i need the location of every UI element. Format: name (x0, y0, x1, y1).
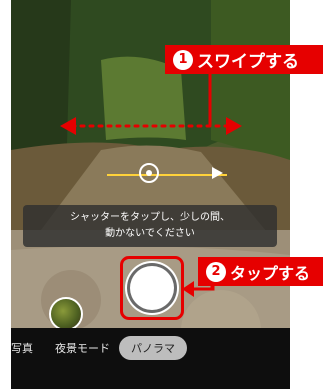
panorama-position-indicator (139, 163, 159, 183)
mode-panorama[interactable]: パノラマ (119, 336, 187, 360)
gallery-thumbnail[interactable] (49, 297, 83, 331)
callout-swipe: 1 スワイプする (165, 45, 323, 74)
indicator-center-dot (146, 170, 152, 176)
callout-tap: 2 タップする (198, 257, 323, 286)
callout-swipe-text: スワイプする (197, 52, 299, 72)
instruction-toast: シャッターをタップし、少しの間、 動かないでください (23, 205, 277, 247)
step-number-1: 1 (173, 49, 193, 70)
toast-line-2: 動かないでください (105, 228, 195, 239)
mode-night[interactable]: 夜景モード (55, 340, 110, 356)
shutter-highlight (120, 256, 184, 320)
step-number-2: 2 (206, 261, 226, 282)
callout-tap-text: タップする (230, 263, 311, 283)
panorama-guide-line (107, 174, 227, 176)
toast-line-1: シャッターをタップし、少しの間、 (70, 212, 230, 223)
shutter-button[interactable] (130, 266, 174, 310)
direction-arrow-icon (212, 167, 223, 179)
mode-photo[interactable]: 写真 (11, 340, 33, 356)
